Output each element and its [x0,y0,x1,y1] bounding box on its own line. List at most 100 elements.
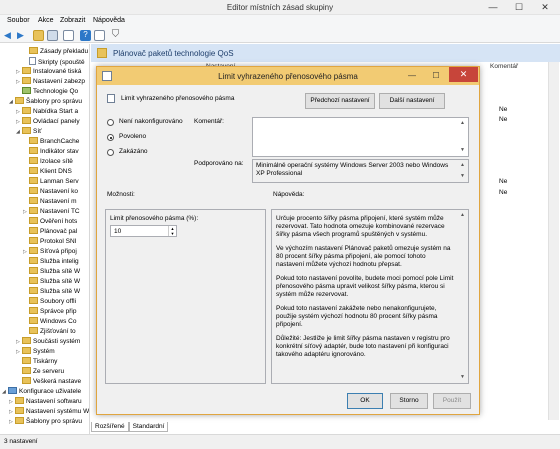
setting-name: Limit vyhrazeného přenosového pásma [121,95,235,102]
dialog-maximize-button[interactable]: ☐ [425,69,447,82]
tree-item[interactable]: Ze serveru [16,367,64,377]
folder-icon [29,137,38,144]
tree-item[interactable]: ◢ Konfigurace uživatele [2,387,81,397]
tree-item[interactable]: Veškerá nastave [16,377,81,387]
folder-icon [22,77,31,84]
folder-icon [29,287,38,294]
tree-item[interactable]: Služba sítě W [23,287,80,297]
bandwidth-limit-spinner[interactable]: 10 ▲ ▼ [110,225,177,237]
scroll-down-icon[interactable]: ▼ [458,146,467,155]
help-panel: Určuje procento šířky pásma připojení, k… [271,209,469,384]
tree-item[interactable]: Protokol SNI [23,237,77,247]
filter-icon[interactable]: ⛉ [110,30,121,41]
up-folder-icon[interactable] [33,30,44,41]
tree-item[interactable]: Skripty (spouště [23,57,85,67]
minimize-button[interactable]: — [480,0,506,14]
tree-item-label: Síťová připoj [40,248,77,255]
next-setting-button[interactable]: Další nastavení [379,93,445,109]
radio-disabled[interactable] [107,149,114,156]
previous-setting-button[interactable]: Předchozí nastavení [305,93,375,109]
maximize-button[interactable]: ☐ [506,0,532,14]
tree-item[interactable]: Zjišťování to [23,327,76,337]
help-paragraph: Pokud toto nastavení zakážete nebo nenak… [276,305,438,328]
menu-zobrazit[interactable]: Zobrazit [60,17,85,24]
folder-icon [97,48,107,58]
tree-item[interactable]: Izolace sítě [23,157,73,167]
tree-item[interactable]: ◢ Síť [16,127,42,137]
tree-item[interactable]: Indikátor stav [23,147,79,157]
scroll-up-icon[interactable]: ▲ [458,119,467,128]
help-paragraph: Určuje procento šířky pásma připojení, k… [276,215,445,238]
tree-item[interactable]: Windows Co [23,317,76,327]
tree-item[interactable]: ▷ Systém [16,347,55,357]
forward-icon[interactable]: ▶ [17,30,28,41]
tree-item[interactable]: ▷ Šablony pro správu [9,417,82,427]
comment-textarea[interactable]: ▲ ▼ [252,117,469,157]
folder-icon [29,257,38,264]
tree-item[interactable]: Technologie Qo [16,87,78,97]
menu-napoveda[interactable]: Nápověda [93,17,125,24]
close-button[interactable]: ✕ [532,0,558,14]
tree-item[interactable]: Klient DNS [23,167,72,177]
folder-icon [22,117,31,124]
scroll-up-icon[interactable]: ▲ [458,211,467,220]
tree-item[interactable]: Správce přip [23,307,77,317]
help-icon[interactable]: ? [80,30,91,41]
tree-item[interactable]: Plánovač pal [23,227,77,237]
radio-enabled[interactable] [107,134,114,141]
export-list-icon[interactable] [63,30,74,41]
tab-extended[interactable]: Rozšířené [91,422,129,432]
tree-item[interactable]: ▷ Nabídka Start a [16,107,78,117]
properties-icon[interactable] [94,30,105,41]
tree-item[interactable]: ▷ Nastavení softwaru [9,397,82,407]
tree-item[interactable]: Soubory offli [23,297,76,307]
list-item-comment: Ne [499,178,508,185]
menu-akce[interactable]: Akce [38,17,54,24]
tree-item[interactable]: BranchCache [23,137,79,147]
tree-item[interactable]: Služba intelig [23,257,79,267]
tree-item-label: Nastavení systému W [26,408,90,415]
radio-not-configured[interactable] [107,119,114,126]
tree-item-label: Protokol SNI [40,238,77,245]
show-hide-tree-icon[interactable] [47,30,58,41]
tree-item[interactable]: Zásady překladu [23,47,88,57]
tree-item-label: Izolace sítě [40,158,73,165]
apply-button[interactable]: Použít [433,393,471,409]
dialog-minimize-button[interactable]: — [401,69,423,82]
dialog-close-button[interactable]: ✕ [449,67,478,82]
tree-item[interactable]: Lanman Serv [23,177,79,187]
tree-item[interactable]: Nastavení m [23,197,77,207]
column-header-comment[interactable]: Komentář [490,63,518,70]
tree-item-label: Veškerá nastave [33,378,82,385]
tab-standard[interactable]: Standardní [128,422,169,432]
tree-item[interactable]: ▷ Nastavení systému W [9,407,89,417]
cancel-button[interactable]: Storno [390,393,428,409]
tree-item-label: Indikátor stav [40,148,79,155]
menu-soubor[interactable]: Soubor [7,17,30,24]
tree-item[interactable]: ▷ Ovládací panely [16,117,80,127]
folder-icon [29,297,38,304]
tree-item[interactable]: Ověření hots [23,217,77,227]
tree-item[interactable]: ▷ Síťová připoj [23,247,77,257]
tree-item[interactable]: ◢ Šablony pro správu [9,97,82,107]
spinner-down-icon[interactable]: ▼ [168,231,176,236]
tree-item-label: Ovládací panely [33,118,80,125]
tree-item[interactable]: ▷ Nastavení TC [23,207,80,217]
tree-item[interactable]: Nastavení ko [23,187,78,197]
tree-item[interactable]: ▷ Instalované tiská [16,67,81,77]
tree-item[interactable]: ▷ Součásti systém [16,337,80,347]
scroll-down-icon[interactable]: ▼ [458,172,467,181]
tree-item-label: Šablony pro správu [26,418,83,425]
list-item-comment: Ne [499,116,508,123]
ok-button[interactable]: OK [347,393,383,409]
tree-item[interactable]: Služba sítě W [23,277,80,287]
radio-enabled-label: Povoleno [119,133,147,140]
tree-item[interactable]: Služba sítě W [23,267,80,277]
scroll-up-icon[interactable]: ▲ [458,161,467,170]
back-icon[interactable]: ◀ [4,30,15,41]
scroll-down-icon[interactable]: ▼ [458,373,467,382]
qos-icon [22,87,31,94]
tree-item[interactable]: ▷ Nastavení zabezp [16,77,85,87]
tree-item[interactable]: Tiskárny [16,357,57,367]
vertical-scrollbar[interactable] [548,62,559,420]
